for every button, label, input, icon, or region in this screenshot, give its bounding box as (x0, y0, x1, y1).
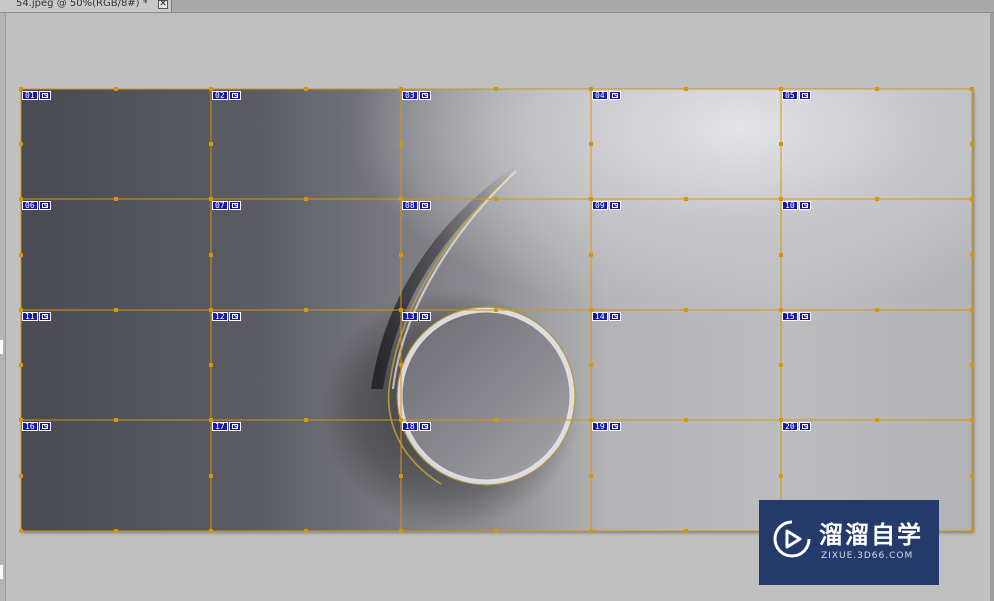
image-slice-icon (418, 422, 431, 431)
image-slice-icon (798, 91, 811, 100)
slice-label-03[interactable]: 03 (402, 91, 431, 100)
slice-number: 14 (592, 312, 608, 321)
image-slice-icon (418, 201, 431, 210)
slice-label-08[interactable]: 08 (402, 201, 431, 210)
slice-label-16[interactable]: 16 (22, 422, 51, 431)
slice-label-20[interactable]: 20 (782, 422, 811, 431)
slice-number: 02 (212, 91, 228, 100)
slice-label-11[interactable]: 11 (22, 312, 51, 321)
slice-number: 16 (22, 422, 38, 431)
slice-label-10[interactable]: 10 (782, 201, 811, 210)
image-slice-icon (418, 91, 431, 100)
slice-label-14[interactable]: 14 (592, 312, 621, 321)
slice-number: 10 (782, 201, 798, 210)
slice-number: 04 (592, 91, 608, 100)
image-slice-icon (38, 91, 51, 100)
slice-number: 19 (592, 422, 608, 431)
slice-label-12[interactable]: 12 (212, 312, 241, 321)
slice-number: 15 (782, 312, 798, 321)
image-slice-icon (38, 422, 51, 431)
slice-label-07[interactable]: 07 (212, 201, 241, 210)
slice-number: 13 (402, 312, 418, 321)
slice-label-15[interactable]: 15 (782, 312, 811, 321)
slice-number: 17 (212, 422, 228, 431)
slice-label-05[interactable]: 05 (782, 91, 811, 100)
image-slice-icon (608, 91, 621, 100)
slice-label-18[interactable]: 18 (402, 422, 431, 431)
document-tab[interactable]: 54.jpeg @ 50%(RGB/8#) * ✕ (0, 0, 172, 12)
document-image[interactable] (21, 89, 972, 531)
image-slice-icon (228, 201, 241, 210)
slice-label-04[interactable]: 04 (592, 91, 621, 100)
document-tab-title: 54.jpeg @ 50%(RGB/8#) * (16, 0, 148, 9)
slice-number: 20 (782, 422, 798, 431)
image-slice-icon (228, 312, 241, 321)
image-slice-icon (228, 91, 241, 100)
slice-number: 05 (782, 91, 798, 100)
image-slice-icon (798, 312, 811, 321)
slice-label-06[interactable]: 06 (22, 201, 51, 210)
slice-number: 11 (22, 312, 38, 321)
image-slice-icon (418, 312, 431, 321)
image-slice-icon (38, 201, 51, 210)
image-slice-icon (38, 312, 51, 321)
slice-number: 03 (402, 91, 418, 100)
play-logo-icon (773, 520, 811, 558)
photoshop-document-window: 54.jpeg @ 50%(RGB/8#) * ✕ 01 02 03 04 05… (0, 0, 994, 601)
slice-number: 08 (402, 201, 418, 210)
image-slice-icon (608, 312, 621, 321)
image-slice-icon (228, 422, 241, 431)
slice-label-17[interactable]: 17 (212, 422, 241, 431)
watermark-badge: 溜溜自学 ZIXUE.3D66.COM (759, 500, 939, 585)
left-edge-marker (0, 565, 3, 579)
watermark-url: ZIXUE.3D66.COM (821, 551, 914, 561)
slice-number: 09 (592, 201, 608, 210)
slice-label-19[interactable]: 19 (592, 422, 621, 431)
slice-number: 01 (22, 91, 38, 100)
left-edge-marker (0, 340, 3, 354)
watermark-title: 溜溜自学 (819, 521, 923, 549)
left-panel-edge (0, 13, 6, 601)
document-tab-bar: 54.jpeg @ 50%(RGB/8#) * ✕ (0, 0, 994, 13)
slice-number: 12 (212, 312, 228, 321)
close-tab-icon[interactable]: ✕ (158, 0, 168, 9)
image-slice-icon (608, 201, 621, 210)
image-slice-icon (798, 201, 811, 210)
right-scrollbar-edge[interactable] (990, 13, 994, 601)
slice-number: 18 (402, 422, 418, 431)
slice-number: 06 (22, 201, 38, 210)
image-slice-icon (798, 422, 811, 431)
slice-label-13[interactable]: 13 (402, 312, 431, 321)
slice-number: 07 (212, 201, 228, 210)
slice-label-01[interactable]: 01 (22, 91, 51, 100)
number-six-artwork (321, 169, 581, 529)
slice-label-02[interactable]: 02 (212, 91, 241, 100)
image-slice-icon (608, 422, 621, 431)
slice-label-09[interactable]: 09 (592, 201, 621, 210)
